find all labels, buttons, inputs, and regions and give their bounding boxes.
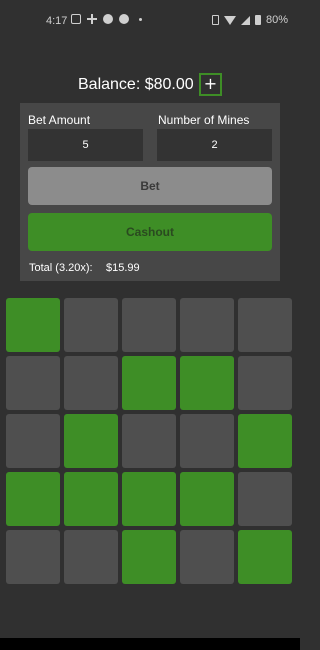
messenger-icon	[119, 14, 129, 24]
add-funds-button[interactable]: +	[199, 73, 222, 96]
tile-hidden[interactable]	[6, 530, 60, 584]
tile-revealed-gem[interactable]	[122, 356, 176, 410]
tile-hidden[interactable]	[64, 530, 118, 584]
system-icons: 80%	[211, 14, 288, 26]
tile-revealed-gem[interactable]	[238, 414, 292, 468]
total-multiplier-label: Total (3.20x):	[29, 262, 93, 274]
mines-label: Number of Mines	[158, 113, 250, 127]
cashout-button[interactable]: Cashout	[28, 213, 272, 251]
status-time: 4:17	[46, 15, 68, 27]
message-icon	[71, 14, 81, 24]
tile-hidden[interactable]	[238, 472, 292, 526]
tile-revealed-gem[interactable]	[238, 530, 292, 584]
tile-revealed-gem[interactable]	[180, 356, 234, 410]
more-notifications-dot-icon	[139, 17, 142, 21]
bet-button[interactable]: Bet	[28, 167, 272, 205]
tile-hidden[interactable]	[122, 414, 176, 468]
tile-revealed-gem[interactable]	[6, 472, 60, 526]
tile-hidden[interactable]	[180, 414, 234, 468]
tile-revealed-gem[interactable]	[6, 298, 60, 352]
battery-icon	[254, 15, 261, 25]
tile-hidden[interactable]	[6, 356, 60, 410]
tile-hidden[interactable]	[180, 298, 234, 352]
tile-hidden[interactable]	[238, 298, 292, 352]
tile-hidden[interactable]	[6, 414, 60, 468]
tile-revealed-gem[interactable]	[64, 472, 118, 526]
tile-hidden[interactable]	[238, 356, 292, 410]
tile-hidden[interactable]	[64, 356, 118, 410]
balance-text: Balance: $80.00	[78, 76, 194, 93]
vibrate-icon	[211, 15, 219, 25]
bet-amount-input[interactable]: 5	[28, 129, 143, 161]
total-value: $15.99	[106, 262, 140, 274]
tile-revealed-gem[interactable]	[180, 472, 234, 526]
mines-grid	[6, 298, 294, 586]
signal-icon	[240, 15, 250, 25]
battery-percent: 80%	[265, 14, 288, 26]
bet-amount-label: Bet Amount	[28, 113, 91, 127]
tile-hidden[interactable]	[64, 298, 118, 352]
tile-hidden[interactable]	[180, 530, 234, 584]
tile-revealed-gem[interactable]	[122, 472, 176, 526]
messenger-icon	[103, 14, 113, 24]
balance-row: Balance: $80.00 +	[0, 72, 300, 100]
notification-icons	[71, 14, 142, 24]
slack-icon	[87, 14, 97, 24]
wifi-icon	[223, 15, 236, 25]
tile-revealed-gem[interactable]	[122, 530, 176, 584]
tile-revealed-gem[interactable]	[64, 414, 118, 468]
bet-panel: Bet Amount Number of Mines 5 2 Bet Casho…	[20, 103, 280, 281]
tile-hidden[interactable]	[122, 298, 176, 352]
navigation-bar	[0, 638, 300, 650]
status-bar: 4:17 80%	[0, 0, 300, 40]
mines-input[interactable]: 2	[157, 129, 272, 161]
